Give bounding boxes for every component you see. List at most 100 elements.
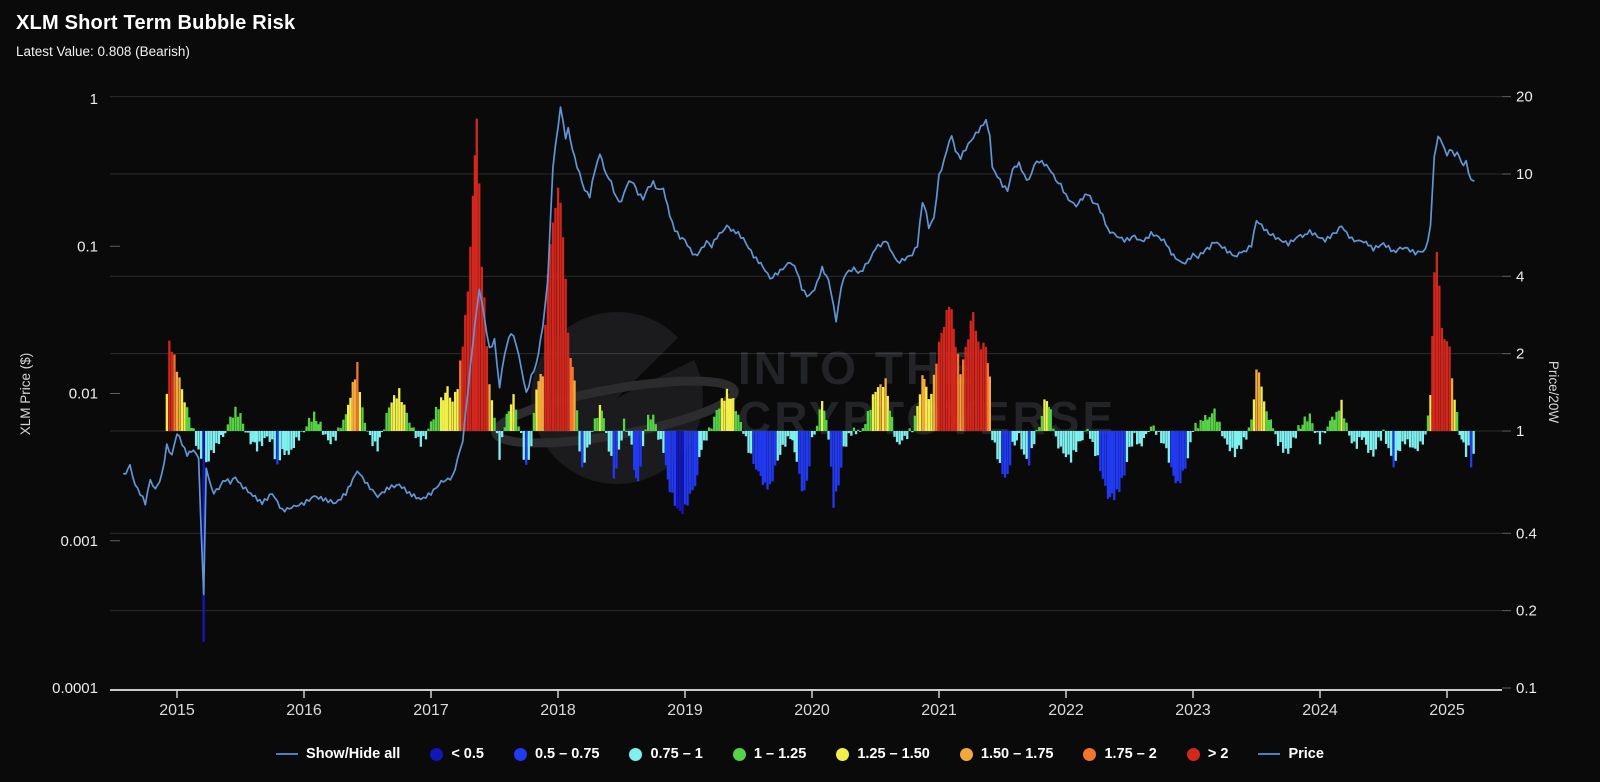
risk-bar[interactable] xyxy=(232,418,234,431)
risk-bar[interactable] xyxy=(396,398,398,431)
risk-bar[interactable] xyxy=(1023,431,1025,455)
risk-bar[interactable] xyxy=(210,431,212,450)
risk-bar[interactable] xyxy=(1155,431,1157,435)
risk-bar[interactable] xyxy=(496,431,498,433)
risk-bar[interactable] xyxy=(906,431,908,439)
risk-bar[interactable] xyxy=(1299,429,1301,431)
risk-bar[interactable] xyxy=(1409,431,1411,447)
risk-bar[interactable] xyxy=(618,431,620,450)
risk-bar[interactable] xyxy=(186,407,188,431)
risk-bar[interactable] xyxy=(1414,431,1416,449)
risk-bar[interactable] xyxy=(283,431,285,455)
risk-bar[interactable] xyxy=(1443,339,1445,431)
risk-bar[interactable] xyxy=(935,364,937,431)
risk-bar[interactable] xyxy=(1116,431,1118,489)
risk-bar[interactable] xyxy=(694,431,696,486)
risk-bar[interactable] xyxy=(909,428,911,431)
risk-bar[interactable] xyxy=(669,431,671,492)
risk-bar[interactable] xyxy=(747,431,749,453)
risk-bar[interactable] xyxy=(258,431,260,442)
risk-bar[interactable] xyxy=(1175,431,1177,483)
risk-bar[interactable] xyxy=(919,394,921,431)
risk-bar[interactable] xyxy=(1009,431,1011,465)
risk-bar[interactable] xyxy=(1147,431,1149,432)
risk-bar[interactable] xyxy=(1172,431,1174,476)
risk-bar[interactable] xyxy=(811,431,813,437)
risk-bar[interactable] xyxy=(1055,431,1057,437)
risk-bar[interactable] xyxy=(987,363,989,431)
risk-bar[interactable] xyxy=(1248,427,1250,431)
risk-bar[interactable] xyxy=(520,431,522,433)
risk-bar[interactable] xyxy=(408,423,410,431)
risk-bar[interactable] xyxy=(740,422,742,431)
risk-bar[interactable] xyxy=(1370,431,1372,450)
risk-bar[interactable] xyxy=(1200,420,1202,431)
risk-bar[interactable] xyxy=(1033,431,1035,444)
legend-item-1-50-1-75[interactable]: 1.50 – 1.75 xyxy=(960,746,1054,762)
risk-bar[interactable] xyxy=(570,358,572,431)
risk-bar[interactable] xyxy=(1133,431,1135,433)
risk-bar[interactable] xyxy=(504,427,506,431)
risk-bar[interactable] xyxy=(417,431,419,437)
risk-bar[interactable] xyxy=(295,431,297,437)
risk-bar[interactable] xyxy=(385,413,387,431)
risk-bar[interactable] xyxy=(1177,431,1179,481)
risk-bar[interactable] xyxy=(1165,431,1167,448)
risk-bar[interactable] xyxy=(1387,431,1389,448)
risk-bar[interactable] xyxy=(692,431,694,490)
risk-bar[interactable] xyxy=(1280,431,1282,442)
risk-bar[interactable] xyxy=(286,431,288,451)
risk-bar[interactable] xyxy=(274,431,276,459)
risk-bar[interactable] xyxy=(1006,431,1008,474)
risk-bar[interactable] xyxy=(1113,431,1115,500)
risk-bar[interactable] xyxy=(1131,431,1133,447)
risk-bar[interactable] xyxy=(916,406,918,431)
risk-bar[interactable] xyxy=(896,431,898,442)
risk-bar[interactable] xyxy=(874,392,876,431)
risk-bar[interactable] xyxy=(530,431,532,446)
risk-bar[interactable] xyxy=(345,414,347,431)
risk-bar[interactable] xyxy=(1395,431,1397,461)
risk-bar[interactable] xyxy=(975,331,977,431)
risk-bar[interactable] xyxy=(454,392,456,431)
risk-bar[interactable] xyxy=(237,417,239,431)
risk-bar[interactable] xyxy=(1158,431,1160,432)
risk-bar[interactable] xyxy=(732,398,734,431)
risk-bar[interactable] xyxy=(1111,431,1113,493)
risk-bar[interactable] xyxy=(315,421,317,431)
risk-bar[interactable] xyxy=(446,386,448,431)
risk-bar[interactable] xyxy=(1319,431,1321,444)
risk-bar[interactable] xyxy=(816,426,818,431)
risk-bar[interactable] xyxy=(1404,431,1406,444)
risk-bar[interactable] xyxy=(486,346,488,431)
risk-bar[interactable] xyxy=(1253,399,1255,431)
risk-bar[interactable] xyxy=(625,431,627,432)
risk-bar[interactable] xyxy=(821,401,823,431)
risk-bar[interactable] xyxy=(247,431,249,433)
risk-bar[interactable] xyxy=(1311,423,1313,431)
risk-bar[interactable] xyxy=(859,431,861,432)
risk-bar[interactable] xyxy=(879,384,881,431)
risk-bar[interactable] xyxy=(889,411,891,431)
risk-bar[interactable] xyxy=(639,431,641,467)
risk-bar[interactable] xyxy=(457,389,459,431)
risk-bar[interactable] xyxy=(298,431,300,441)
risk-bar[interactable] xyxy=(991,431,993,440)
risk-bar[interactable] xyxy=(980,349,982,431)
risk-bar[interactable] xyxy=(813,431,815,435)
risk-bar[interactable] xyxy=(1335,412,1337,431)
risk-bar[interactable] xyxy=(1099,431,1101,471)
risk-bar[interactable] xyxy=(1123,431,1125,476)
risk-bar[interactable] xyxy=(565,279,567,431)
risk-bar[interactable] xyxy=(925,387,927,431)
risk-bar[interactable] xyxy=(347,405,349,431)
risk-bar[interactable] xyxy=(623,419,625,431)
risk-bar[interactable] xyxy=(989,377,991,432)
risk-bar[interactable] xyxy=(1231,431,1233,448)
risk-bar[interactable] xyxy=(832,431,834,508)
risk-bar[interactable] xyxy=(1390,431,1392,456)
risk-bar[interactable] xyxy=(1213,409,1215,432)
risk-bar[interactable] xyxy=(234,407,236,431)
risk-bar[interactable] xyxy=(308,418,310,431)
risk-bar[interactable] xyxy=(222,431,224,437)
